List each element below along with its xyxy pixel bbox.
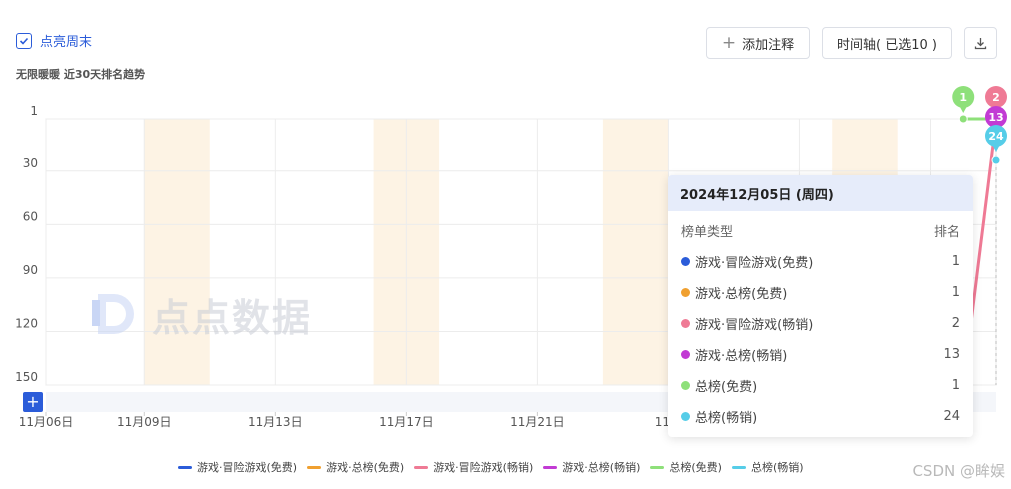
series-dot-icon — [681, 288, 690, 297]
tooltip-row-name: 游戏·冒险游戏(免费) — [681, 252, 813, 271]
tooltip-row-rank: 24 — [943, 409, 960, 424]
legend-swatch-icon — [178, 465, 192, 469]
tooltip-col-type: 榜单类型 — [681, 225, 734, 240]
legend-label: 游戏·冒险游戏(畅销) — [433, 461, 534, 474]
legend-label: 游戏·冒险游戏(免费) — [197, 461, 298, 474]
tooltip-row-label: 总榜(免费) — [695, 380, 758, 395]
tooltip-row: 游戏·冒险游戏(畅销) 2 — [668, 308, 973, 339]
tooltip-row-label: 游戏·冒险游戏(免费) — [695, 256, 814, 271]
tooltip-row-rank: 1 — [951, 285, 960, 300]
y-tick-label: 90 — [23, 263, 38, 277]
pin-label: 1 — [959, 91, 967, 104]
tooltip-row-label: 游戏·总榜(畅销) — [695, 349, 788, 364]
legend-item[interactable]: 总榜(免费) — [650, 459, 722, 475]
tooltip-row-name: 游戏·总榜(免费) — [681, 283, 787, 302]
legend-swatch-icon — [731, 465, 746, 469]
x-tick-label: 11月09日 — [117, 415, 172, 429]
legend-label: 总榜(免费) — [669, 461, 722, 474]
legend-item[interactable]: 游戏·冒险游戏(免费) — [178, 459, 297, 475]
legend-item[interactable]: 游戏·冒险游戏(畅销) — [414, 459, 533, 475]
y-tick-label: 150 — [15, 370, 38, 384]
pin-label: 24 — [988, 130, 1004, 143]
tooltip-row-label: 游戏·冒险游戏(畅销) — [695, 318, 814, 333]
data-point — [991, 155, 1001, 165]
tooltip-row: 总榜(免费) 1 — [668, 370, 973, 401]
tooltip-col-rank: 排名 — [933, 225, 960, 240]
y-tick-label: 60 — [23, 209, 38, 223]
legend-swatch-icon — [307, 465, 322, 469]
tooltip-row-name: 游戏·冒险游戏(畅销) — [681, 314, 813, 333]
legend-item[interactable]: 游戏·总榜(畅销) — [543, 459, 640, 475]
x-tick-label: 11月06日 — [19, 415, 74, 429]
tooltip-row-name: 游戏·总榜(畅销) — [681, 345, 787, 364]
x-tick-label: 11月21日 — [510, 415, 565, 429]
tooltip-row-label: 总榜(畅销) — [695, 411, 758, 426]
tooltip-date: 2024年12月05日 (周四) — [668, 175, 973, 211]
y-tick-label: 1 — [30, 104, 38, 118]
weekend-band — [144, 119, 210, 385]
csdn-credit: CSDN @眸娱 — [912, 462, 1005, 480]
legend-label: 总榜(畅销) — [750, 461, 804, 474]
watermark-text: 点点数据 — [152, 295, 313, 340]
series-dot-icon — [681, 381, 690, 390]
x-tick-label: 11月17日 — [379, 415, 434, 429]
y-tick-label: 30 — [23, 156, 38, 170]
watermark-logo-icon — [92, 294, 134, 334]
legend-item[interactable]: 游戏·总榜(免费) — [307, 459, 404, 475]
tooltip-header-row: 榜单类型 排名 — [668, 215, 973, 246]
tooltip-row: 游戏·冒险游戏(免费) 1 — [668, 246, 973, 277]
watermark: 点点数据 — [88, 286, 312, 342]
data-point — [958, 114, 968, 124]
tooltip-row: 总榜(畅销) 24 — [668, 401, 973, 432]
weekend-band — [602, 119, 669, 385]
legend-swatch-icon — [650, 465, 665, 469]
tooltip-row-rank: 13 — [943, 347, 960, 362]
tooltip-row: 游戏·总榜(免费) 1 — [668, 277, 973, 308]
series-dot-icon — [681, 257, 690, 266]
pin-label: 2 — [992, 91, 1000, 104]
legend-swatch-icon — [543, 465, 558, 469]
y-tick-label: 120 — [15, 316, 38, 330]
legend-swatch-icon — [414, 465, 429, 469]
tooltip-row-rank: 1 — [951, 378, 960, 393]
pin-label: 13 — [988, 111, 1003, 124]
legend-item[interactable]: 总榜(畅销) — [731, 459, 804, 475]
series-dot-icon — [681, 319, 690, 328]
rank-pin: 24 — [985, 125, 1007, 152]
x-tick-label: 11月13日 — [248, 415, 303, 429]
tooltip-row: 游戏·总榜(畅销) 13 — [668, 339, 973, 370]
hover-tooltip: 2024年12月05日 (周四) 榜单类型 排名 游戏·冒险游戏(免费) 1 游戏·… — [668, 175, 973, 437]
tooltip-row-name: 总榜(免费) — [681, 376, 757, 395]
chart-legend: 游戏·冒险游戏(免费) 游戏·总榜(免费) 游戏·冒险游戏(畅销) 游戏·总榜(畅销)… — [178, 459, 804, 475]
tooltip-row-rank: 2 — [951, 316, 960, 331]
legend-label: 游戏·总榜(免费) — [326, 461, 405, 474]
zoom-expand-button[interactable]: + — [23, 392, 43, 412]
tooltip-row-name: 总榜(畅销) — [681, 407, 757, 426]
legend-label: 游戏·总榜(畅销) — [562, 461, 641, 474]
tooltip-row-rank: 1 — [951, 254, 960, 269]
series-dot-icon — [681, 412, 690, 421]
series-dot-icon — [681, 350, 690, 359]
rank-pin: 1 — [952, 86, 975, 113]
tooltip-row-label: 游戏·总榜(免费) — [695, 287, 788, 302]
